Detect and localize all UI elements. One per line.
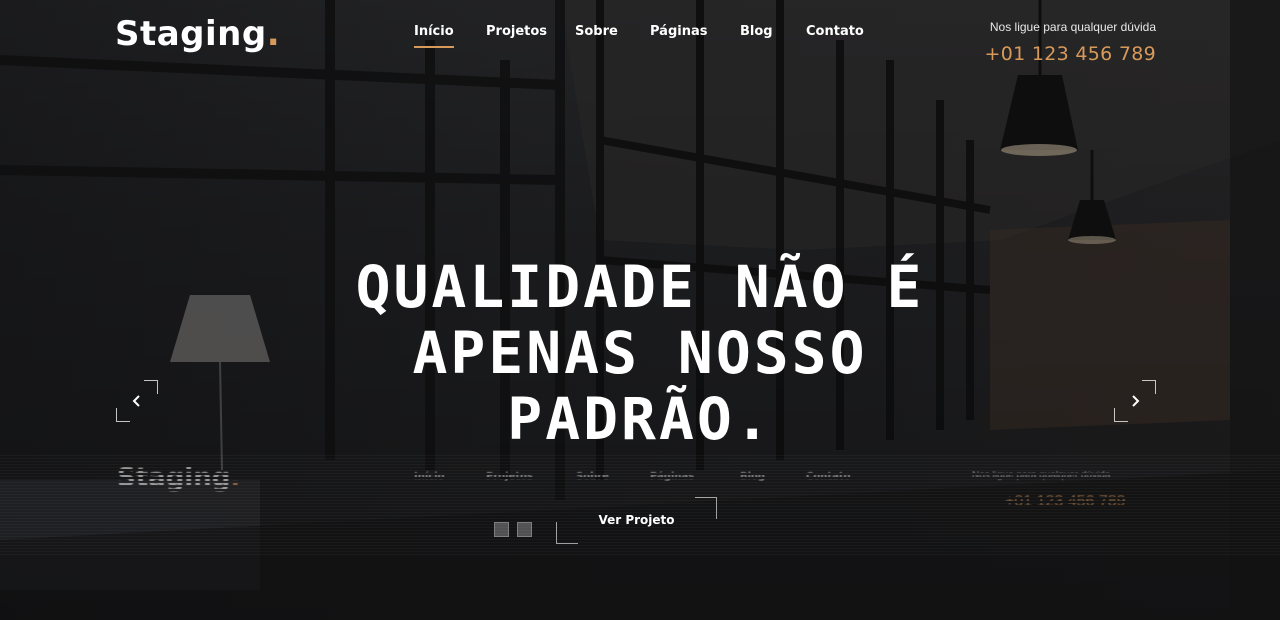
site-logo[interactable]: Staging. [115,14,280,54]
nav-item-projetos[interactable]: Projetos [486,24,547,39]
nav-item-contato[interactable]: Contato [806,24,864,39]
prev-slide-button[interactable] [116,380,158,422]
ghost-contact-phone: +01 123 456 789 [1005,493,1126,510]
nav-item-blog[interactable]: Blog [740,24,773,39]
ghost-nav-item: Blog [740,471,766,482]
hero-title-line-2: APENAS NOSSO [412,319,868,387]
hero-title-line-3: PADRÃO. [507,385,773,453]
ghost-logo: Staging. [117,463,241,493]
slide-indicator-2[interactable] [517,522,532,537]
button-corner-frame [144,380,158,394]
button-corner-frame [1114,408,1128,422]
view-project-label: Ver Projeto [598,513,675,527]
logo-text: Staging [115,14,267,54]
ghost-nav-item: Início [414,471,445,482]
hero-title-line-1: QUALIDADE NÃO É [355,253,925,321]
contact-label: Nos ligue para qualquer dúvida [989,20,1156,34]
logo-accent-dot: . [266,14,281,54]
ghost-nav-item: Contato [806,471,851,482]
nav-item-paginas[interactable]: Páginas [650,24,707,39]
chevron-right-icon [1132,395,1140,407]
button-corner-frame [1142,380,1156,394]
chevron-left-icon [132,395,140,407]
contact-phone-link[interactable]: +01 123 456 789 [984,43,1156,65]
ghost-nav-item: Páginas [650,471,695,482]
slide-indicator-1[interactable] [494,522,509,537]
button-corner-frame [116,408,130,422]
ghost-nav-item: Sobre [576,471,609,482]
next-slide-button[interactable] [1114,380,1156,422]
ghost-nav-item: Projetos [486,471,533,482]
view-project-button[interactable]: Ver Projeto [556,497,717,544]
nav-item-inicio[interactable]: Início [414,24,454,48]
ghost-contact-label: Nos ligue para qualquer dúvida [972,470,1111,481]
hero-title: QUALIDADE NÃO É APENAS NOSSO PADRÃO. [290,254,990,452]
nav-item-sobre[interactable]: Sobre [575,24,618,39]
